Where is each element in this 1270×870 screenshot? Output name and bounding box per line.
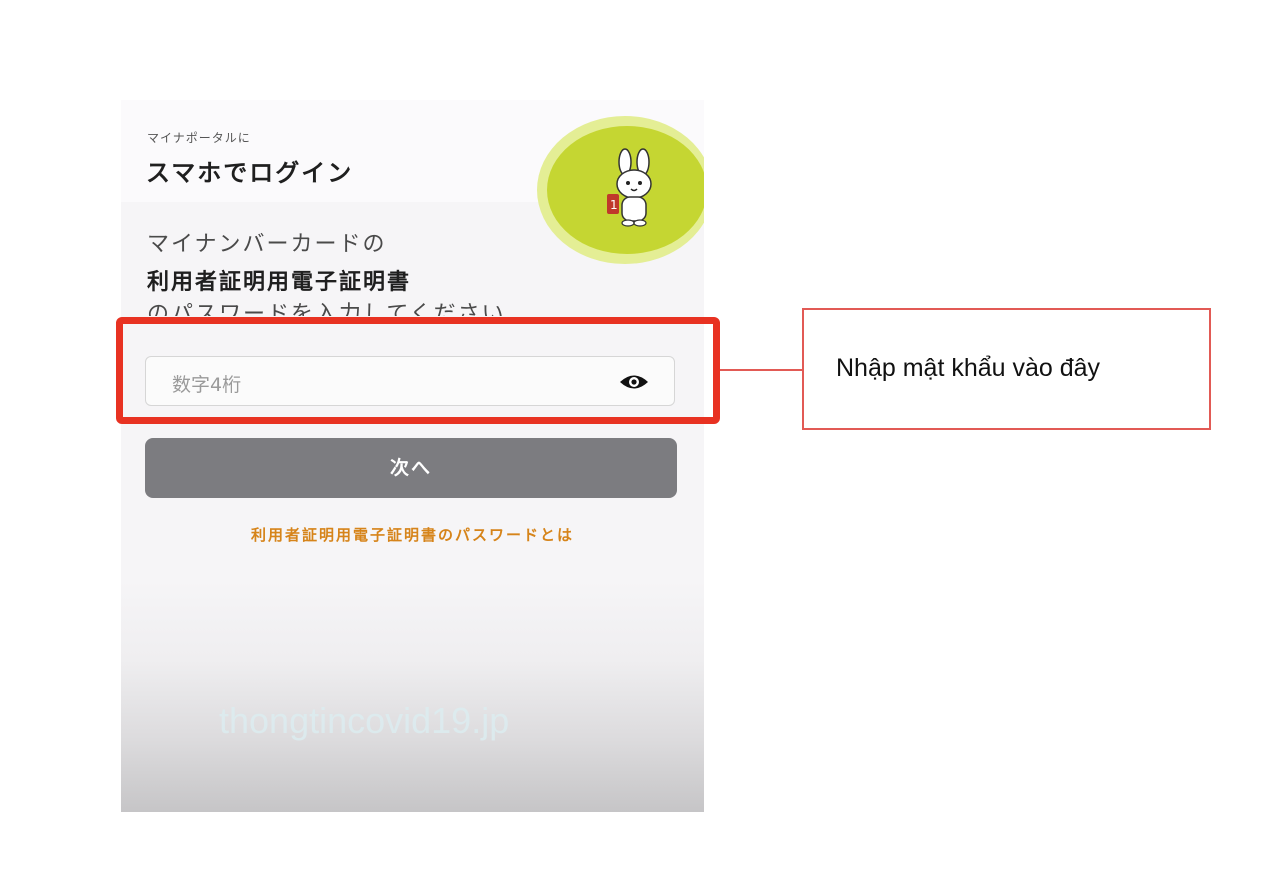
next-button[interactable]: 次へ <box>145 438 677 498</box>
callout-box: Nhập mật khẩu vào đây <box>802 308 1211 430</box>
phone-screen: マイナポータルに スマホでログイン 1 マイナンバーカードの 利用者証明用電子証… <box>121 100 704 812</box>
screenshot-stage: マイナポータルに スマホでログイン 1 マイナンバーカードの 利用者証明用電子証… <box>0 0 1270 870</box>
page-title: スマホでログイン <box>146 159 354 187</box>
watermark: thongtincovid19.jp <box>219 700 510 741</box>
rabbit-mascot-icon: 1 <box>607 148 652 227</box>
callout-connector-line <box>720 369 802 371</box>
instruction-line-2: 利用者証明用電子証明書 <box>147 270 412 295</box>
password-help-link[interactable]: 利用者証明用電子証明書のパスワードとは <box>121 524 704 545</box>
instruction-line-1: マイナンバーカードの <box>147 232 387 257</box>
highlight-box <box>116 317 720 424</box>
callout-text: Nhập mật khẩu vào đây <box>836 354 1101 382</box>
instruction-line-3: のパスワードを入力してください <box>147 302 506 316</box>
header-subtitle: マイナポータルに <box>147 131 251 145</box>
svg-text:1: 1 <box>610 198 618 212</box>
